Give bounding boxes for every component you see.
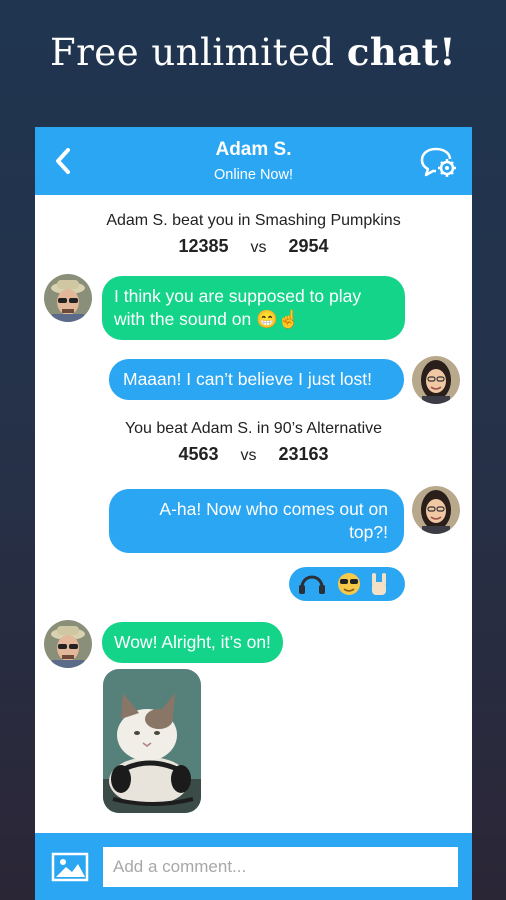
avatar-self[interactable]	[412, 486, 460, 534]
chat-settings-icon	[420, 147, 456, 177]
promo-headline-bold: chat!	[346, 30, 457, 74]
image-icon	[51, 852, 89, 882]
score-vs: vs	[240, 447, 257, 464]
sunglasses-face-icon	[338, 573, 360, 595]
headphones-icon	[299, 575, 325, 594]
game-result-text: You beat Adam S. in 90’s Alternative	[124, 420, 383, 437]
score-left: 4563	[178, 444, 219, 464]
comment-input[interactable]	[103, 847, 458, 887]
avatar-self-image	[412, 486, 460, 534]
contact-status: Online Now!	[214, 167, 293, 183]
message-bubble-4[interactable]	[289, 567, 405, 601]
message-bubble-3[interactable]: A-ha! Now who comes out on top?!	[109, 489, 404, 553]
score-vs: vs	[250, 239, 267, 256]
avatar-adam[interactable]	[44, 620, 92, 668]
avatar-adam[interactable]	[44, 274, 92, 322]
message-emoji: 😁☝	[256, 309, 300, 329]
message-text: I think you are supposed to play with th…	[114, 286, 362, 329]
game-result-2: You beat Adam S. in 90’s Alternative 456…	[35, 420, 472, 465]
game-result-text: Adam S. beat you in Smashing Pumpkins	[106, 212, 401, 229]
attach-image-button[interactable]	[51, 852, 89, 882]
message-bubble-1[interactable]: I think you are supposed to play with th…	[102, 276, 405, 340]
contact-name: Adam S.	[215, 139, 292, 160]
cat-with-headphones-photo	[103, 669, 201, 813]
game-scores: 4563 vs 23163	[35, 444, 472, 465]
score-left: 12385	[178, 236, 229, 256]
score-right: 23163	[278, 444, 329, 464]
comment-composer	[35, 833, 472, 900]
image-message[interactable]	[103, 669, 201, 813]
game-result-1: Adam S. beat you in Smashing Pumpkins 12…	[35, 212, 472, 257]
message-bubble-2[interactable]: Maaan! I can’t believe I just lost!	[109, 359, 404, 400]
avatar-adam-image	[44, 274, 92, 322]
promo-headline: Free unlimited chat!	[0, 30, 506, 74]
chat-settings-button[interactable]	[420, 145, 458, 179]
avatar-self-image	[412, 356, 460, 404]
message-text: Wow! Alright, it’s on!	[114, 632, 271, 652]
chat-screen: Adam S. Online Now! Adam S. beat you in …	[35, 127, 472, 900]
rock-hand-icon	[372, 573, 386, 595]
avatar-adam-image	[44, 620, 92, 668]
avatar-self[interactable]	[412, 356, 460, 404]
emoji-row	[299, 573, 386, 595]
score-right: 2954	[288, 236, 329, 256]
promo-headline-text: Free unlimited	[49, 31, 347, 74]
message-text: A-ha! Now who comes out on top?!	[159, 499, 388, 542]
message-text: Maaan! I can’t believe I just lost!	[123, 369, 373, 389]
game-scores: 12385 vs 2954	[35, 236, 472, 257]
message-bubble-5[interactable]: Wow! Alright, it’s on!	[102, 622, 283, 663]
chat-header: Adam S. Online Now!	[35, 127, 472, 195]
